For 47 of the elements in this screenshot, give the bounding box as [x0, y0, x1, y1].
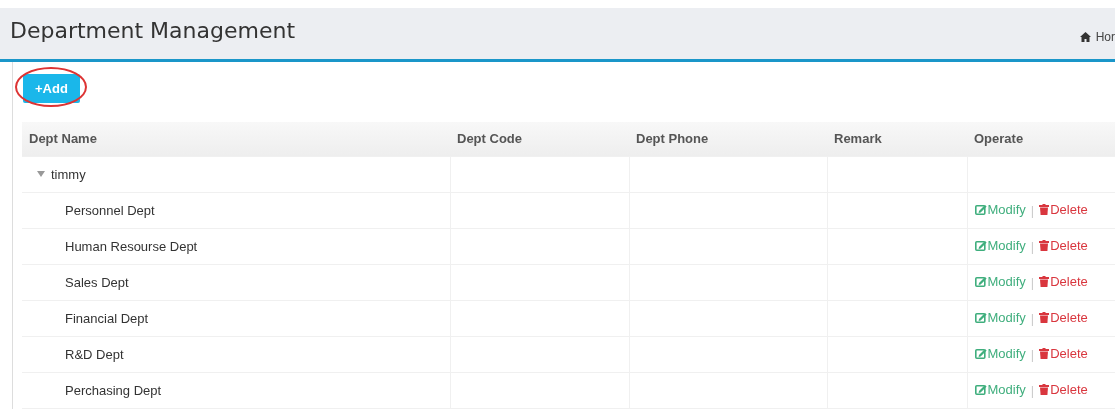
page-title: Department Management: [10, 18, 296, 43]
separator: |: [1030, 347, 1035, 362]
separator: |: [1030, 383, 1035, 398]
dept-name: Sales Dept: [65, 274, 129, 290]
dept-name: Perchasing Dept: [65, 382, 162, 398]
breadcrumb-link[interactable]: Hor: [1079, 29, 1115, 44]
column-header: Remark: [827, 122, 967, 156]
delete-link[interactable]: Delete: [1039, 202, 1088, 217]
home-icon: [1079, 31, 1091, 42]
column-header: Dept Phone: [629, 122, 827, 156]
delete-link[interactable]: Delete: [1039, 382, 1088, 397]
separator: |: [1030, 275, 1035, 290]
delete-link[interactable]: Delete: [1039, 346, 1088, 361]
modify-link[interactable]: Modify: [974, 382, 1026, 397]
trash-icon: [1039, 348, 1050, 359]
collapse-toggle-icon[interactable]: [37, 170, 45, 178]
delete-link[interactable]: Delete: [1039, 238, 1088, 253]
dept-name: Personnel Dept: [65, 202, 155, 218]
trash-icon: [1039, 276, 1050, 287]
dept-name: R&D Dept: [65, 346, 124, 362]
edit-icon: [974, 384, 987, 395]
trash-icon: [1039, 384, 1050, 395]
column-header: Operate: [967, 122, 1115, 156]
edit-icon: [974, 348, 987, 359]
modify-link[interactable]: Modify: [974, 238, 1026, 253]
modify-link[interactable]: Modify: [974, 346, 1026, 361]
separator: |: [1030, 203, 1035, 218]
modify-link[interactable]: Modify: [974, 310, 1026, 325]
trash-icon: [1039, 240, 1050, 251]
modify-link[interactable]: Modify: [974, 202, 1026, 217]
column-header: Dept Code: [450, 122, 629, 156]
dept-name: Financial Dept: [65, 310, 149, 326]
add-button[interactable]: +Add: [23, 74, 80, 103]
delete-link[interactable]: Delete: [1039, 310, 1088, 325]
edit-icon: [974, 276, 987, 287]
delete-link[interactable]: Delete: [1039, 274, 1088, 289]
trash-icon: [1039, 312, 1050, 323]
separator: |: [1030, 311, 1035, 326]
column-header: Dept Name: [22, 122, 450, 156]
trash-icon: [1039, 204, 1050, 215]
edit-icon: [974, 240, 987, 251]
edit-icon: [974, 204, 987, 215]
modify-link[interactable]: Modify: [974, 274, 1026, 289]
dept-name: timmy: [51, 166, 86, 182]
edit-icon: [974, 312, 987, 323]
dept-name: Human Resourse Dept: [65, 238, 198, 254]
separator: |: [1030, 239, 1035, 254]
